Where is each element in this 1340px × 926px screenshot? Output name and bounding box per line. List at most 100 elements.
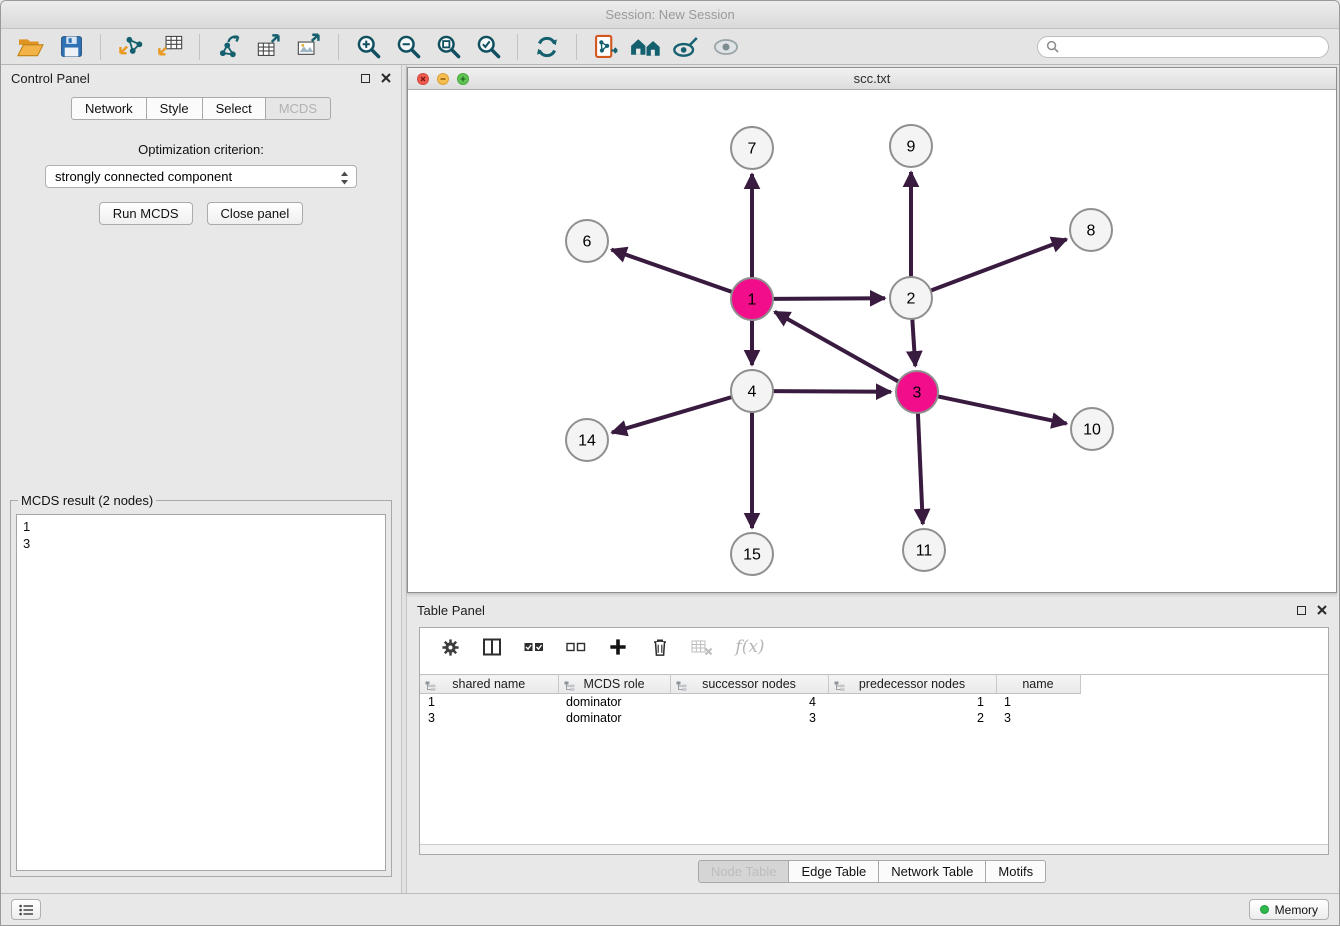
column-header-predecessor-nodes[interactable]: predecessor nodes [828, 675, 996, 694]
column-header-name[interactable]: name [996, 675, 1080, 694]
edge-1-to-2[interactable] [773, 298, 885, 299]
column-header-successor-nodes[interactable]: successor nodes [670, 675, 828, 694]
edge-4-to-3[interactable] [773, 391, 891, 392]
select-all-rows-button[interactable] [522, 635, 546, 659]
graph-node-11[interactable]: 11 [903, 529, 945, 571]
open-session-button[interactable] [11, 31, 51, 63]
zoom-in-button[interactable] [348, 31, 388, 63]
home-button[interactable] [626, 31, 666, 63]
close-panel-icon[interactable] [381, 73, 391, 83]
save-floppy-icon [59, 34, 84, 59]
task-history-button[interactable] [11, 899, 41, 920]
maximize-window-icon[interactable] [457, 73, 469, 85]
graph-node-6[interactable]: 6 [566, 220, 608, 262]
cell-successor-nodes[interactable]: 3 [670, 710, 828, 726]
function-builder-button[interactable]: f(x) [732, 635, 768, 659]
edge-4-to-14[interactable] [612, 397, 732, 433]
list-icon [19, 904, 34, 916]
svg-text:11: 11 [916, 543, 933, 560]
zoom-selected-button[interactable] [468, 31, 508, 63]
cell-predecessor-nodes[interactable]: 2 [828, 710, 996, 726]
svg-text:10: 10 [1083, 422, 1101, 439]
graph-node-8[interactable]: 8 [1070, 209, 1112, 251]
toolbar-separator [199, 34, 200, 60]
cell-mcds-role[interactable]: dominator [558, 710, 670, 726]
network-from-clipboard-button[interactable] [586, 31, 626, 63]
graph-node-15[interactable]: 15 [731, 533, 773, 575]
import-table-button[interactable] [150, 31, 190, 63]
cell-shared-name[interactable]: 3 [420, 710, 558, 726]
close-window-icon[interactable] [417, 73, 429, 85]
close-panel-button[interactable]: Close panel [207, 202, 304, 225]
toolbar-separator [338, 34, 339, 60]
tab-select[interactable]: Select [202, 97, 266, 120]
edge-2-to-8[interactable] [931, 239, 1067, 290]
graph-node-9[interactable]: 9 [890, 125, 932, 167]
graph-node-7[interactable]: 7 [731, 127, 773, 169]
add-row-button[interactable] [606, 635, 630, 659]
tab-node-table[interactable]: Node Table [698, 860, 790, 883]
node-table: shared name MCDS role successor nodes [420, 674, 1328, 726]
optimization-criterion-label: Optimization criterion: [1, 142, 401, 157]
run-mcds-button[interactable]: Run MCDS [99, 202, 193, 225]
delete-table-button[interactable] [690, 635, 714, 659]
tab-style[interactable]: Style [146, 97, 203, 120]
network-window-titlebar[interactable]: scc.txt [408, 68, 1336, 90]
table-row[interactable]: 3dominator323 [420, 710, 1328, 726]
graph-node-1[interactable]: 1 [731, 278, 773, 320]
table-row[interactable]: 1dominator411 [420, 694, 1328, 710]
zoom-selected-icon [475, 33, 502, 60]
close-table-panel-icon[interactable] [1317, 605, 1327, 615]
edge-1-to-6[interactable] [612, 250, 733, 292]
edge-3-to-10[interactable] [938, 396, 1067, 423]
float-table-panel-icon[interactable] [1297, 606, 1306, 615]
edge-2-to-3[interactable] [912, 319, 915, 366]
cell-successor-nodes[interactable]: 4 [670, 694, 828, 710]
refresh-view-button[interactable] [527, 31, 567, 63]
edge-3-to-11[interactable] [918, 413, 923, 524]
edge-3-to-1[interactable] [775, 312, 899, 382]
cell-predecessor-nodes[interactable]: 1 [828, 694, 996, 710]
table-settings-button[interactable] [438, 635, 462, 659]
tab-edge-table[interactable]: Edge Table [788, 860, 879, 883]
graph-node-4[interactable]: 4 [731, 370, 773, 412]
export-image-button[interactable] [289, 31, 329, 63]
tab-motifs[interactable]: Motifs [985, 860, 1046, 883]
column-header-mcds-role[interactable]: MCDS role [558, 675, 670, 694]
graph-node-2[interactable]: 2 [890, 277, 932, 319]
optimization-select[interactable]: strongly connected component [45, 165, 357, 188]
save-session-button[interactable] [51, 31, 91, 63]
zoom-fit-button[interactable] [428, 31, 468, 63]
mcds-result-list[interactable]: 13 [16, 514, 386, 871]
import-network-button[interactable] [110, 31, 150, 63]
table-horizontal-scrollbar[interactable] [420, 844, 1328, 854]
style-button[interactable] [666, 31, 706, 63]
hide-show-button[interactable] [706, 31, 746, 63]
delete-row-button[interactable] [648, 635, 672, 659]
cell-name[interactable]: 1 [996, 694, 1080, 710]
search-input[interactable] [1064, 40, 1320, 54]
clear-selection-button[interactable] [564, 635, 588, 659]
node-table-frame: f(x) shared name MCDS role [419, 627, 1329, 855]
cell-mcds-role[interactable]: dominator [558, 694, 670, 710]
control-panel-title: Control Panel [11, 71, 90, 86]
graph-node-10[interactable]: 10 [1071, 408, 1113, 450]
zoom-out-button[interactable] [388, 31, 428, 63]
mcds-result-item[interactable]: 1 [23, 518, 385, 535]
mcds-result-item[interactable]: 3 [23, 535, 385, 552]
graph-node-3[interactable]: 3 [896, 371, 938, 413]
tab-network[interactable]: Network [71, 97, 147, 120]
export-network-button[interactable] [209, 31, 249, 63]
tab-mcds[interactable]: MCDS [265, 97, 331, 120]
cell-shared-name[interactable]: 1 [420, 694, 558, 710]
graph-node-14[interactable]: 14 [566, 419, 608, 461]
minimize-window-icon[interactable] [437, 73, 449, 85]
memory-button[interactable]: Memory [1249, 899, 1329, 920]
export-table-button[interactable] [249, 31, 289, 63]
network-canvas[interactable]: 7 9 6 8 1 2 4 3 14 10 15 11 [408, 90, 1336, 592]
show-columns-button[interactable] [480, 635, 504, 659]
tab-network-table[interactable]: Network Table [878, 860, 986, 883]
column-header-shared-name[interactable]: shared name [420, 675, 558, 694]
float-panel-icon[interactable] [361, 74, 370, 83]
cell-name[interactable]: 3 [996, 710, 1080, 726]
